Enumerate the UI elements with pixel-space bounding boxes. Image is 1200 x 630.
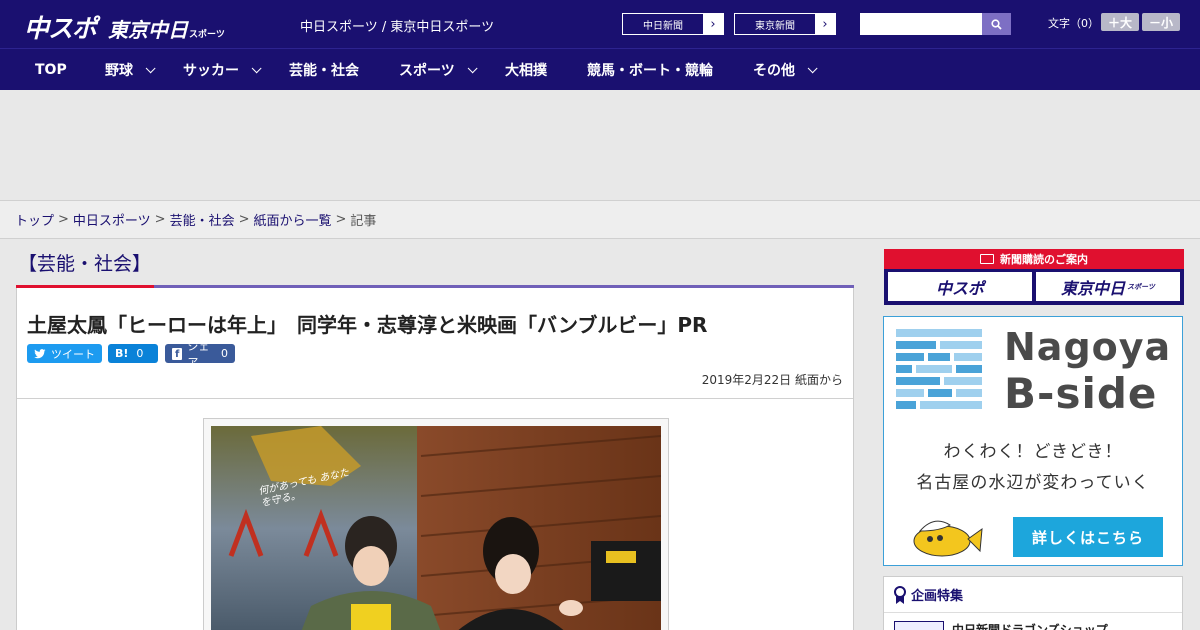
tokyo-chunichi-logo-small: スポーツ	[1127, 282, 1155, 291]
nav-item-baseball[interactable]: 野球	[105, 49, 156, 91]
nav-item-keiba[interactable]: 競馬・ボート・競輪	[587, 49, 713, 91]
breadcrumb-link-list[interactable]: 紙面から一覧	[254, 210, 332, 229]
nagoya-tagline-2: 名古屋の水辺が変わっていく	[916, 473, 1150, 493]
nav-label: サッカー	[183, 63, 239, 79]
nav-item-soccer[interactable]: サッカー	[183, 49, 262, 91]
divider	[17, 398, 853, 399]
nav-item-entertainment[interactable]: 芸能・社会	[289, 49, 359, 91]
chevron-down-icon	[251, 62, 262, 73]
font-smaller-button[interactable]: －小	[1142, 13, 1180, 31]
feature-item-label: 中日新聞ドラゴンズショップ	[952, 623, 1108, 630]
logo-sub: 東京中日	[108, 18, 189, 42]
site-title[interactable]: 中日スポーツ / 東京中日スポーツ	[300, 16, 494, 35]
photo-image	[211, 426, 661, 630]
tweet-label: ツイート	[51, 347, 95, 361]
search-button[interactable]	[982, 13, 1011, 35]
hatena-count: 0	[136, 347, 144, 360]
chevron-right-icon: ›	[710, 16, 716, 32]
nav-label: 大相撲	[505, 63, 547, 79]
facebook-share-button[interactable]: f シェア 0	[165, 340, 235, 369]
feature-heading: 企画特集	[884, 577, 1182, 613]
nav-label: 芸能・社会	[289, 63, 359, 79]
shrimp-mascot-icon	[913, 520, 983, 557]
breadcrumb: トップ > 中日スポーツ > 芸能・社会 > 紙面から一覧 > 記事	[0, 200, 1200, 239]
chunichi-link-button[interactable]: 中日新聞 ›	[622, 13, 724, 35]
feature-box: 企画特集 中日新聞ドラゴンズショップ	[883, 576, 1183, 630]
main-nav: TOP 野球 サッカー 芸能・社会 スポーツ 大相撲 競馬・ボート・競輪 その他	[0, 48, 1200, 90]
tokyo-link-button[interactable]: 東京新聞 ›	[734, 13, 836, 35]
hatena-icon: B!	[115, 347, 129, 360]
nagoya-details-button[interactable]: 詳しくはこちら	[1013, 517, 1163, 557]
header-bar: 中スポ 東京中日 スポーツ 中日スポーツ / 東京中日スポーツ 中日新聞 › 東…	[0, 0, 1200, 48]
nav-item-sumo[interactable]: 大相撲	[505, 49, 547, 91]
feature-heading-label: 企画特集	[911, 589, 964, 604]
article-card: 土屋太鳳「ヒーローは年上」 同学年・志尊淳と米映画「バンブルビー」PR ツイート…	[16, 288, 854, 630]
tokyo-link-label: 東京新聞	[735, 14, 815, 34]
nav-label: TOP	[35, 62, 67, 78]
subscription-banner-title: 新聞購読のご案内	[884, 249, 1184, 269]
font-larger-button[interactable]: ＋大	[1101, 13, 1139, 31]
nagoya-title-line1: Nagoya	[1004, 325, 1172, 369]
facebook-count: 0	[221, 347, 228, 360]
hatena-bookmark-button[interactable]: B! 0	[108, 344, 158, 363]
search-icon	[991, 18, 1002, 30]
logo-main: 中スポ	[24, 14, 97, 43]
chevron-right-icon: ›	[822, 16, 828, 32]
nav-item-sports[interactable]: スポーツ	[399, 49, 478, 91]
facebook-label: シェア	[187, 339, 210, 369]
article-photo[interactable]: 何があっても あなたを守る。	[211, 426, 661, 630]
breadcrumb-link-chunichi[interactable]: 中日スポーツ	[73, 210, 151, 229]
category-heading: 【芸能・社会】	[18, 253, 152, 275]
chuspo-logo-text: 中スポ	[935, 278, 984, 298]
site-logo[interactable]: 中スポ 東京中日 スポーツ	[24, 9, 225, 43]
logo-sub-small: スポーツ	[189, 30, 225, 40]
feature-item-dragons-shop[interactable]: 中日新聞ドラゴンズショップ	[894, 621, 1108, 630]
chuspo-subscription-link[interactable]: 中スポ	[888, 272, 1032, 301]
breadcrumb-separator: >	[154, 212, 166, 227]
facebook-icon: f	[172, 347, 183, 360]
nav-label: 野球	[105, 63, 133, 79]
breadcrumb-current: 記事	[350, 214, 377, 229]
brick-logo-icon	[896, 329, 982, 409]
breadcrumb-link-top[interactable]: トップ	[15, 210, 54, 229]
article-date: 2019年2月22日 紙面から	[701, 373, 843, 387]
chunichi-link-label: 中日新聞	[623, 14, 703, 34]
nav-label: その他	[753, 63, 795, 79]
chevron-down-icon	[807, 62, 818, 73]
subscription-title-label: 新聞購読のご案内	[1000, 253, 1088, 266]
tokyo-chunichi-logo-text: 東京中日	[1061, 278, 1126, 298]
breadcrumb-separator: >	[58, 212, 69, 227]
newspaper-icon	[980, 254, 994, 264]
nav-item-top[interactable]: TOP	[35, 49, 67, 91]
nagoya-bside-ad[interactable]: Nagoya B-side わくわく！どきどき！ 名古屋の水辺が変わっていく 詳…	[883, 316, 1183, 566]
nav-item-others[interactable]: その他	[753, 49, 818, 91]
breadcrumb-separator: >	[238, 212, 250, 227]
ad-space	[0, 90, 1200, 200]
font-size-label: 文字（0）	[1048, 17, 1099, 30]
chevron-down-icon	[467, 62, 478, 73]
search-input[interactable]	[860, 13, 982, 35]
breadcrumb-separator: >	[335, 212, 347, 227]
nagoya-tagline-1: わくわく！どきどき！	[943, 442, 1123, 462]
nav-label: スポーツ	[399, 63, 455, 79]
tokyo-chunichi-subscription-link[interactable]: 東京中日 スポーツ	[1036, 272, 1180, 301]
twitter-icon	[34, 348, 46, 358]
article-photo-frame: 何があっても あなたを守る。	[203, 418, 669, 630]
ribbon-icon	[894, 585, 906, 604]
subscription-banner[interactable]: 新聞購読のご案内 中スポ 東京中日 スポーツ	[884, 249, 1184, 305]
chevron-down-icon	[145, 62, 156, 73]
tweet-button[interactable]: ツイート	[27, 344, 102, 363]
nagoya-title-line2: B-side	[1004, 369, 1158, 418]
dragons-shop-thumbnail	[894, 621, 944, 630]
nav-label: 競馬・ボート・競輪	[587, 63, 713, 79]
article-headline: 土屋太鳳「ヒーローは年上」 同学年・志尊淳と米映画「バンブルビー」PR	[27, 313, 708, 337]
breadcrumb-link-entertainment[interactable]: 芸能・社会	[170, 210, 235, 229]
